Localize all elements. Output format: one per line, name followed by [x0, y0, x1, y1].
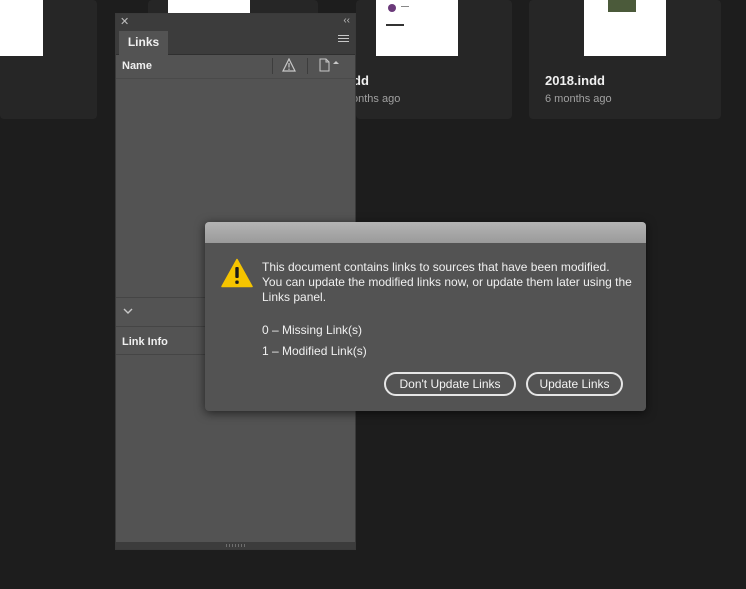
thumbnail-graphic	[401, 6, 409, 7]
resize-grip-icon[interactable]	[226, 544, 246, 547]
name-column-header[interactable]: Name	[122, 60, 152, 72]
document-thumbnail	[584, 0, 666, 56]
panel-menu-icon[interactable]	[338, 35, 349, 44]
dont-update-links-button[interactable]: Don't Update Links	[384, 372, 516, 396]
chevron-down-icon[interactable]	[122, 304, 134, 322]
close-icon[interactable]: ✕	[120, 15, 129, 28]
tab-links[interactable]: Links	[119, 31, 168, 55]
document-modified: onths ago	[352, 93, 401, 105]
document-card[interactable]	[0, 0, 97, 119]
column-divider	[307, 58, 308, 74]
collapse-icon[interactable]: ‹‹	[343, 15, 350, 26]
panel-header: ✕ ‹‹	[116, 14, 355, 30]
modified-links-count: 1 – Modified Link(s)	[262, 344, 367, 358]
document-card[interactable]: dd onths ago	[352, 0, 512, 119]
link-info-label: Link Info	[122, 336, 168, 348]
links-column-header: Name	[116, 55, 355, 79]
panel-tab-bar: Links	[116, 30, 355, 55]
update-links-button[interactable]: Update Links	[526, 372, 623, 396]
document-title: 2018.indd	[545, 73, 605, 88]
thumbnail-graphic	[388, 4, 396, 12]
document-card[interactable]: 2018.indd 6 months ago	[529, 0, 721, 119]
column-divider	[272, 58, 273, 74]
page-icon[interactable]	[318, 58, 342, 77]
dialog-titlebar[interactable]	[205, 222, 646, 243]
document-thumbnail	[0, 0, 43, 56]
missing-links-count: 0 – Missing Link(s)	[262, 323, 363, 337]
thumbnail-graphic	[386, 24, 404, 26]
panel-resize-bar[interactable]	[116, 542, 355, 549]
document-thumbnail	[168, 0, 250, 13]
update-links-dialog: This document contains links to sources …	[205, 222, 646, 411]
document-thumbnail	[376, 0, 458, 56]
warning-icon[interactable]	[282, 57, 296, 77]
thumbnail-graphic	[608, 0, 636, 12]
warning-icon	[221, 258, 253, 293]
document-modified: 6 months ago	[545, 93, 612, 105]
dialog-message: This document contains links to sources …	[262, 260, 632, 304]
